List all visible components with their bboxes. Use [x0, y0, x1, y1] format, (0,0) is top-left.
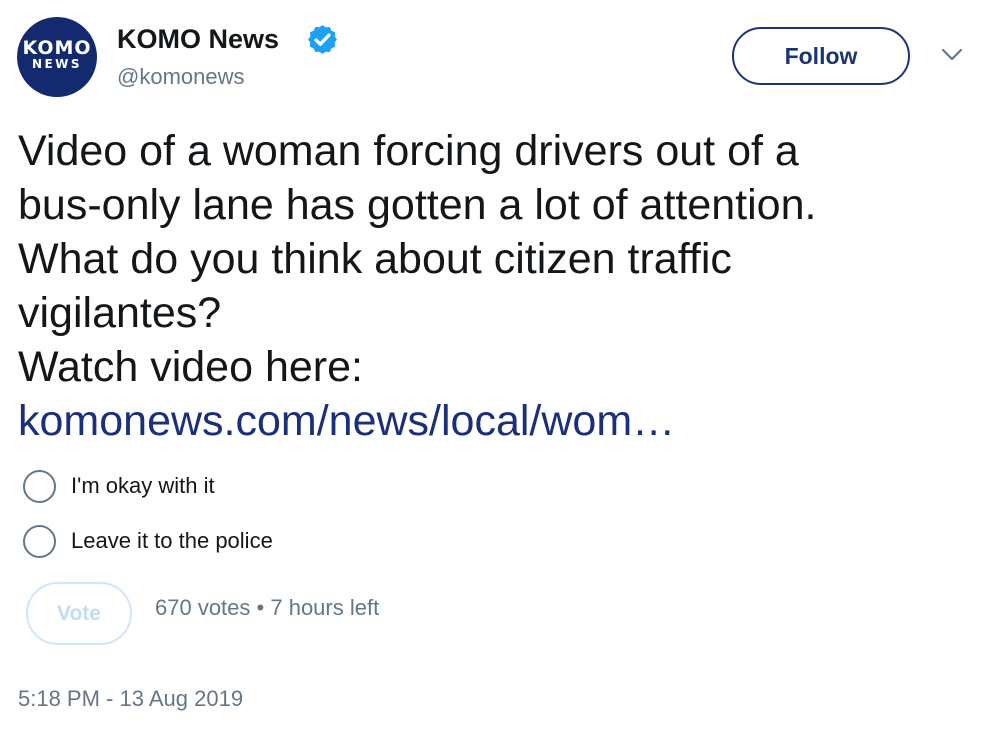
- poll-option-label[interactable]: Leave it to the police: [71, 527, 273, 555]
- poll-meta: 670 votes • 7 hours left: [155, 594, 379, 622]
- time-left: 7 hours left: [270, 595, 380, 620]
- display-name[interactable]: KOMO News: [117, 22, 279, 56]
- tweet-text-line: Video of a woman forcing drivers out of …: [18, 127, 799, 175]
- account-handle[interactable]: @komonews: [117, 63, 245, 91]
- avatar-logo-line2: NEWS: [31, 57, 83, 71]
- tweet-text: Video of a woman forcing drivers out of …: [18, 124, 968, 448]
- follow-button[interactable]: Follow: [732, 27, 910, 85]
- tweet-text-line: bus-only lane has gotten a lot of attent…: [18, 181, 817, 229]
- poll-option-label[interactable]: I'm okay with it: [71, 472, 215, 500]
- poll-radio[interactable]: [23, 525, 56, 558]
- avatar-logo-line1: KOMO: [22, 37, 92, 59]
- poll-option[interactable]: I'm okay with it: [23, 470, 423, 504]
- tweet-text-line: Watch video here:: [18, 343, 363, 391]
- tweet-text-line: vigilantes?: [18, 289, 222, 337]
- tweet-link[interactable]: komonews.com/news/local/wom…: [18, 394, 968, 448]
- tweet-text-line: What do you think about citizen traffic: [18, 235, 732, 283]
- poll-option[interactable]: Leave it to the police: [23, 525, 423, 559]
- avatar[interactable]: KOMO NEWS: [17, 17, 97, 97]
- vote-count: 670 votes: [155, 595, 251, 620]
- poll-radio[interactable]: [23, 470, 56, 503]
- vote-button[interactable]: Vote: [26, 582, 132, 645]
- meta-separator: •: [256, 595, 265, 620]
- verified-badge-icon: [308, 25, 337, 54]
- chevron-down-icon[interactable]: [940, 46, 964, 62]
- tweet-timestamp[interactable]: 5:18 PM - 13 Aug 2019: [18, 685, 243, 713]
